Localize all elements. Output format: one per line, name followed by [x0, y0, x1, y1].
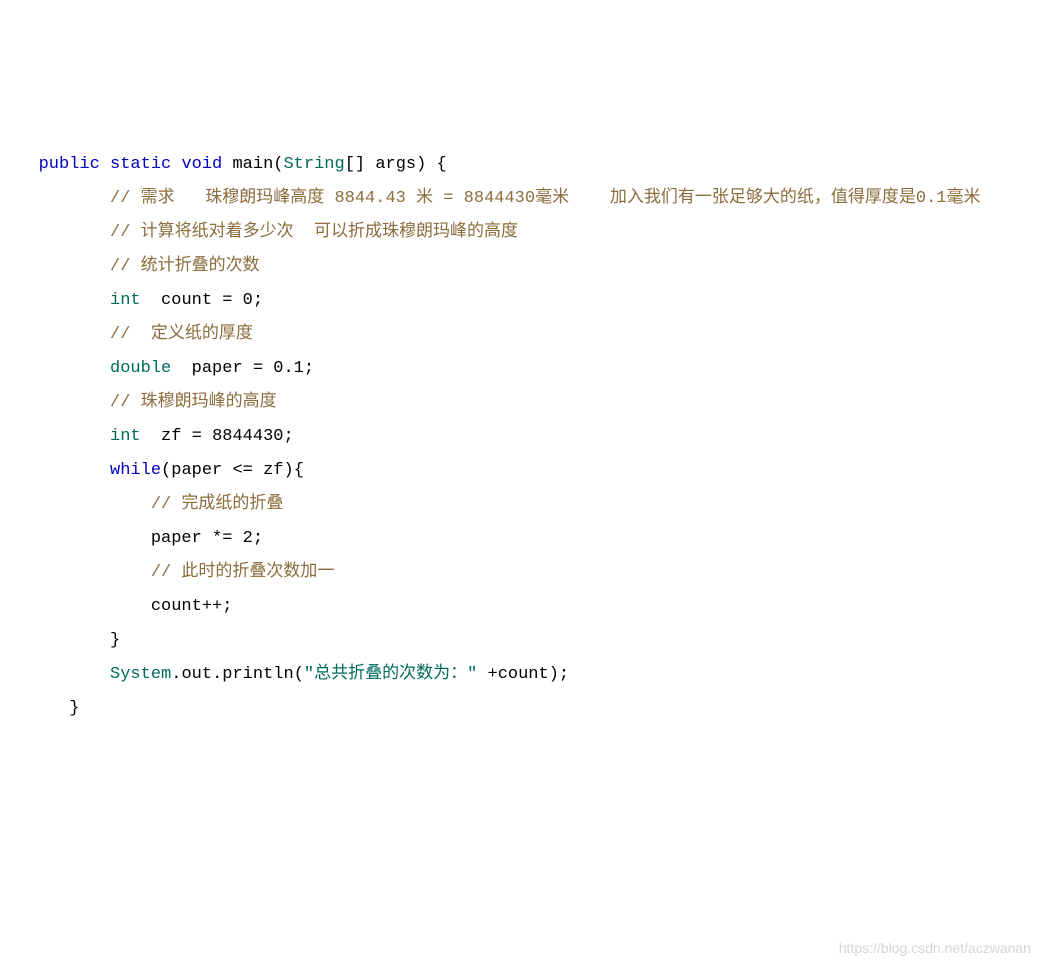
class-system: System — [110, 665, 171, 684]
op-eq: = — [222, 291, 232, 310]
comment-count: // 统计折叠的次数 — [110, 257, 260, 276]
semicolon: ; — [559, 665, 569, 684]
var-count: count — [161, 291, 212, 310]
keyword-static: static — [110, 155, 171, 174]
brace-open: { — [437, 155, 447, 174]
op-eq: = — [253, 359, 263, 378]
comment-paper-thickness: // 定义纸的厚度 — [110, 325, 253, 344]
field-out: out — [181, 665, 212, 684]
semicolon: ; — [253, 291, 263, 310]
semicolon: ; — [283, 427, 293, 446]
brace-close: } — [110, 631, 120, 650]
var-paper-assign: paper — [151, 529, 202, 548]
code-block: public static void main ( String[] args) {… — [8, 148, 1041, 726]
comment-height: // 珠穆朗玛峰的高度 — [110, 393, 277, 412]
literal-zf: 8844430 — [212, 427, 283, 446]
keyword-double: double — [110, 359, 171, 378]
param-args: args — [375, 155, 416, 174]
lparen: ( — [161, 461, 171, 480]
op-plus: + — [477, 665, 497, 684]
var-zf-ref: zf — [263, 461, 283, 480]
method-main: main — [232, 155, 273, 174]
rparen: ) — [549, 665, 559, 684]
method-println: println — [222, 665, 293, 684]
literal-paper: 0.1 — [273, 359, 304, 378]
semicolon: ; — [222, 597, 232, 616]
keyword-void: void — [181, 155, 222, 174]
lparen: ( — [294, 665, 304, 684]
literal-zero: 0 — [243, 291, 253, 310]
keyword-public: public — [39, 155, 100, 174]
comment-calc: // 计算将纸对着多少次 可以折成珠穆朗玛峰的高度 — [110, 223, 518, 242]
dot: . — [171, 665, 181, 684]
dot: . — [212, 665, 222, 684]
comment-requirement: // 需求 珠穆朗玛峰高度 8844.43 米 = 8844430毫米 加入我们… — [110, 189, 980, 208]
comment-increment: // 此时的折叠次数加一 — [151, 563, 335, 582]
type-string: String — [283, 155, 344, 174]
rparen: ) — [283, 461, 293, 480]
var-zf: zf — [161, 427, 181, 446]
op-inc: ++ — [202, 597, 222, 616]
var-count-inc: count — [151, 597, 202, 616]
op-eq: = — [192, 427, 202, 446]
semicolon: ; — [253, 529, 263, 548]
semicolon: ; — [304, 359, 314, 378]
comment-fold: // 完成纸的折叠 — [151, 495, 284, 514]
literal-two: 2 — [243, 529, 253, 548]
brace-close: } — [69, 699, 79, 718]
keyword-int: int — [110, 427, 141, 446]
op-muleq: *= — [212, 529, 232, 548]
op-le: <= — [232, 461, 252, 480]
brace-open: { — [294, 461, 304, 480]
keyword-while: while — [110, 461, 161, 480]
var-count-ref: count — [498, 665, 549, 684]
array-brackets: [] — [345, 155, 365, 174]
var-paper: paper — [192, 359, 243, 378]
var-paper-ref: paper — [171, 461, 222, 480]
watermark: https://blog.csdn.net/aczwanan — [839, 934, 1031, 962]
keyword-int: int — [110, 291, 141, 310]
string-literal: "总共折叠的次数为：" — [304, 665, 477, 684]
